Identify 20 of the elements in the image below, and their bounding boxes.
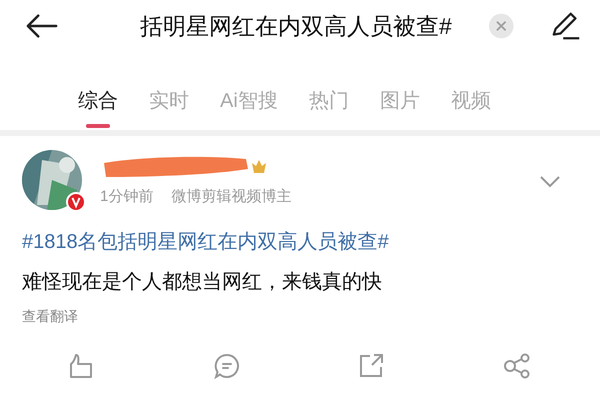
post-text: 难怪现在是个人都想当网红，来钱真的快 (22, 270, 383, 295)
chevron-down-icon[interactable] (540, 176, 560, 188)
hashtag-link[interactable]: #1818名包括明星网红在内双高人员被查# (22, 228, 600, 256)
post-source: 微博剪辑视频博主 (171, 187, 292, 207)
back-icon[interactable] (26, 13, 58, 39)
post-time: 1分钟前 (100, 187, 154, 207)
connections-icon[interactable] (502, 353, 531, 379)
tab[interactable]: 实时 (149, 86, 189, 116)
tab-indicator (86, 124, 110, 128)
tab[interactable]: 热门 (308, 86, 349, 116)
tab[interactable]: 综合 (78, 86, 118, 116)
search-field[interactable]: 括明星网红在内双高人员被查# (140, 8, 480, 44)
edit-icon[interactable] (550, 11, 580, 41)
share-icon[interactable] (358, 353, 384, 379)
translate-link[interactable]: 查看翻译 (22, 306, 78, 327)
tab[interactable]: 视频 (450, 86, 491, 116)
clear-icon[interactable] (489, 13, 514, 39)
comment-icon[interactable] (214, 353, 240, 379)
tab[interactable]: Ai智搜 (220, 86, 278, 116)
tab[interactable]: 图片 (380, 86, 420, 116)
